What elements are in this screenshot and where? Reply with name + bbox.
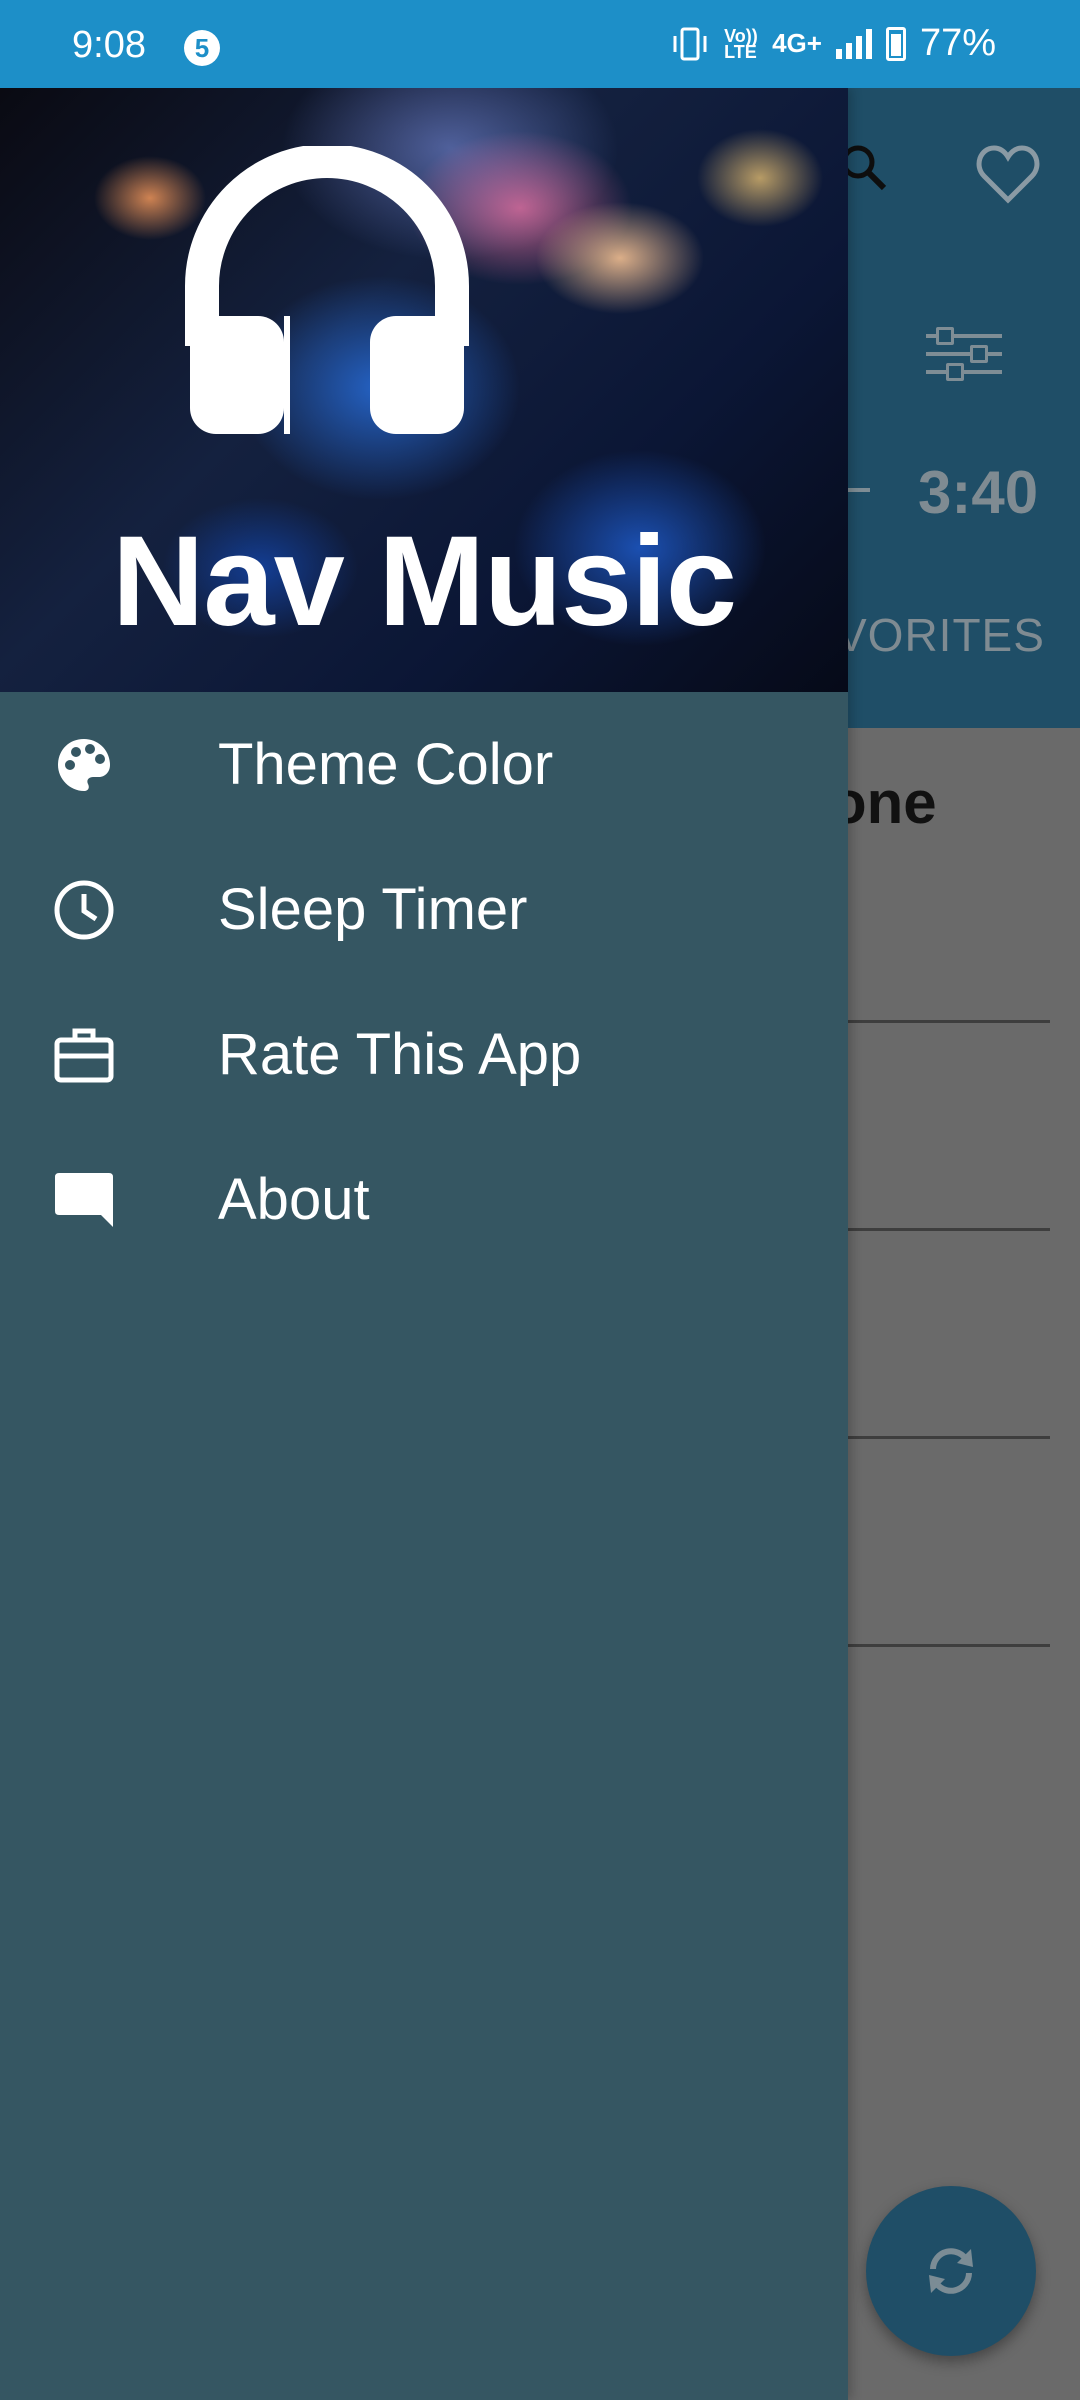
volte-indicator: Vo)) LTE <box>724 25 758 62</box>
vibrate-icon <box>673 27 707 60</box>
drawer-menu: Theme Color Sleep Timer Rate This App Ab… <box>0 692 848 1272</box>
network-type: 4G+ <box>772 28 822 58</box>
drawer-header: Nav Music <box>0 88 848 692</box>
palette-icon <box>52 733 116 797</box>
status-indicators: Vo)) LTE 4G+ 77% <box>670 22 996 65</box>
menu-item-label: About <box>218 1167 370 1232</box>
menu-item-about[interactable]: About <box>0 1127 848 1272</box>
chat-bubble-icon <box>52 1168 116 1232</box>
battery-icon <box>885 26 906 61</box>
status-time: 9:08 <box>72 24 146 66</box>
notification-count-badge: 5 <box>184 30 220 66</box>
refresh-icon <box>929 2248 973 2294</box>
menu-item-theme-color[interactable]: Theme Color <box>0 692 848 837</box>
menu-item-rate-app[interactable]: Rate This App <box>0 982 848 1127</box>
headphones-icon <box>185 146 469 434</box>
clock-icon <box>52 878 116 942</box>
track-duration: 3:40 <box>918 459 1039 526</box>
divider <box>842 1228 1050 1231</box>
divider <box>842 1436 1050 1439</box>
divider <box>842 1644 1050 1647</box>
status-bar: 9:08 5 Vo)) LTE 4G+ 77% <box>0 0 1080 88</box>
menu-item-label: Theme Color <box>218 732 554 797</box>
navigation-drawer: Nav Music Theme Color Sleep Timer Rate T… <box>0 88 848 2400</box>
signal-icon <box>835 28 872 59</box>
menu-item-sleep-timer[interactable]: Sleep Timer <box>0 837 848 982</box>
battery-percentage: 77% <box>919 22 996 64</box>
menu-item-label: Sleep Timer <box>218 877 528 942</box>
tab-favorites[interactable]: VORITES <box>836 608 1045 662</box>
refresh-fab[interactable] <box>866 2186 1036 2356</box>
equalizer-icon[interactable] <box>926 320 1002 388</box>
app-title: Nav Music <box>111 510 737 653</box>
divider <box>842 1020 1050 1023</box>
menu-item-label: Rate This App <box>218 1022 582 1087</box>
briefcase-icon <box>52 1023 116 1087</box>
favorite-icon[interactable] <box>976 144 1040 204</box>
